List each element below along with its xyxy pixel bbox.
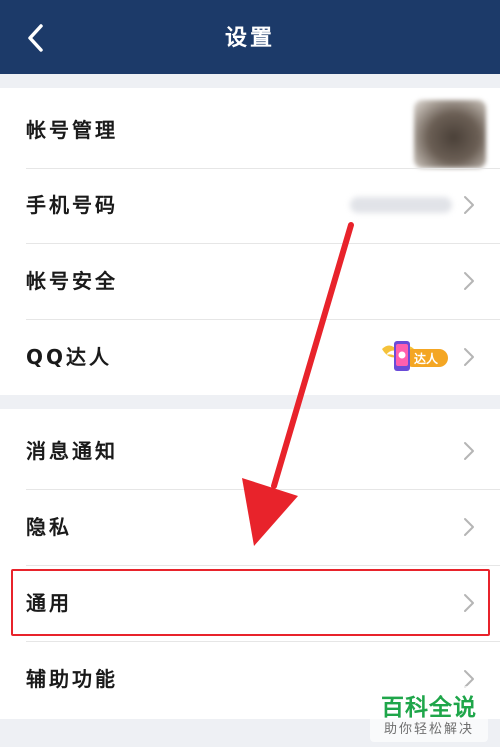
settings-row-qq-daren[interactable]: QQ达人 达人 bbox=[0, 319, 500, 395]
row-label: QQ达人 bbox=[26, 345, 113, 369]
row-label: 消息通知 bbox=[26, 439, 118, 463]
blurred-phone-number bbox=[350, 197, 452, 213]
row-label: 辅助功能 bbox=[26, 667, 118, 691]
badge-text: 达人 bbox=[414, 351, 439, 366]
settings-group-account: 帐号管理 手机号码 帐号安全 QQ达人 达人 bbox=[0, 88, 500, 395]
row-label: 通用 bbox=[26, 591, 72, 615]
settings-row-notifications[interactable]: 消息通知 bbox=[0, 413, 500, 489]
watermark-sub: 助你轻松解决 bbox=[383, 722, 474, 737]
chevron-right-icon bbox=[464, 272, 474, 290]
watermark-main: 百科全说 bbox=[381, 695, 477, 721]
row-label: 手机号码 bbox=[26, 193, 118, 217]
chevron-right-icon bbox=[464, 518, 474, 536]
settings-row-account-management[interactable]: 帐号管理 bbox=[0, 92, 500, 168]
chevron-right-icon bbox=[464, 348, 474, 366]
avatar bbox=[414, 100, 486, 168]
chevron-right-icon bbox=[464, 442, 474, 460]
row-label: 帐号管理 bbox=[26, 118, 118, 142]
settings-group-general: 消息通知 隐私 通用 辅助功能 bbox=[0, 409, 500, 719]
page-title: 设置 bbox=[224, 26, 275, 51]
row-label: 隐私 bbox=[26, 515, 72, 539]
row-label: 帐号安全 bbox=[26, 269, 118, 293]
settings-row-privacy[interactable]: 隐私 bbox=[0, 489, 500, 565]
chevron-right-icon bbox=[464, 196, 474, 214]
top-bar: 设置 bbox=[0, 0, 500, 74]
watermark: 百科全说 助你轻松解决 bbox=[370, 686, 488, 742]
back-button[interactable] bbox=[18, 18, 54, 58]
settings-row-general[interactable]: 通用 bbox=[0, 565, 500, 641]
chevron-right-icon bbox=[464, 594, 474, 612]
chevron-left-icon bbox=[28, 24, 43, 52]
qq-daren-badge-icon: 达人 bbox=[382, 341, 448, 371]
settings-row-account-security[interactable]: 帐号安全 bbox=[0, 243, 500, 319]
settings-row-phone-number[interactable]: 手机号码 bbox=[0, 167, 500, 243]
